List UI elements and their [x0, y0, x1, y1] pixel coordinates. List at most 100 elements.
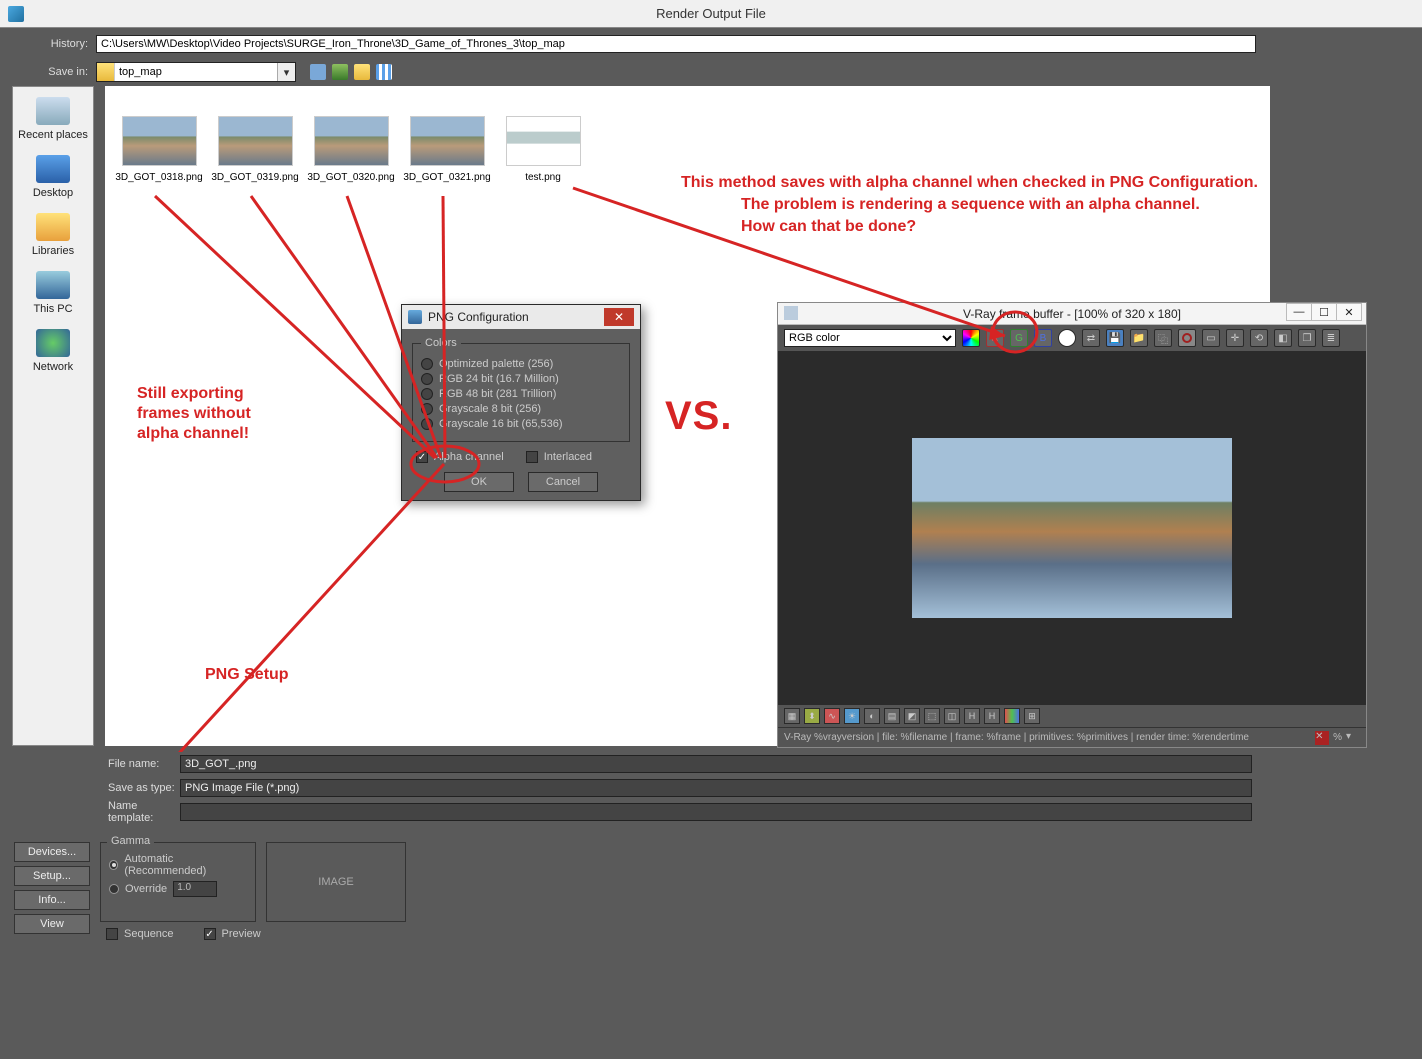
checkbox-sequence[interactable]: Sequence	[106, 928, 174, 940]
close-button[interactable]: ✕	[1336, 303, 1362, 321]
vfb-bottom-toolbar: ▦ ⬍ ∿ ☀ ◐ ▤ ◩ ⬚ ◫ H H ⊞	[778, 705, 1366, 727]
saveastype-combo[interactable]: PNG Image File (*.png)	[180, 779, 1252, 797]
history-button[interactable]: ≣	[1322, 329, 1340, 347]
opt-label: Optimized palette (256)	[439, 358, 553, 370]
green-channel-button[interactable]: G	[1010, 329, 1028, 347]
annotation-left: Still exporting frames without alpha cha…	[137, 384, 251, 444]
place-desktop[interactable]: Desktop	[33, 155, 73, 199]
link-button[interactable]: ⟲	[1250, 329, 1268, 347]
whitebalance-icon[interactable]: ◐	[864, 708, 880, 724]
dialog-icon	[408, 310, 422, 324]
copy-image-button[interactable]: ⿻	[1154, 329, 1172, 347]
save-image-button[interactable]: 💾	[1106, 329, 1124, 347]
close-button[interactable]: ✕	[604, 308, 634, 326]
color-wheel-icon[interactable]	[962, 329, 980, 347]
red-channel-button[interactable]: R	[986, 329, 1004, 347]
opt-label: Preview	[222, 928, 261, 940]
places-sidebar: Recent places Desktop Libraries This PC …	[12, 86, 94, 746]
bg-icon[interactable]: ◩	[904, 708, 920, 724]
checkbox-interlaced[interactable]: Interlaced	[526, 451, 592, 463]
file-thumb[interactable]: 3D_GOT_0321.png	[407, 116, 487, 183]
savein-combo[interactable]: ▾	[96, 62, 296, 82]
place-recent[interactable]: Recent places	[18, 97, 88, 141]
place-label: Libraries	[32, 245, 74, 257]
file-thumb[interactable]: 3D_GOT_0318.png	[119, 116, 199, 183]
devices-button[interactable]: Devices...	[14, 842, 90, 862]
checkbox-preview[interactable]: ✓Preview	[204, 928, 261, 940]
stamp-icon[interactable]: ⊞	[1024, 708, 1040, 724]
load-image-button[interactable]: 📁	[1130, 329, 1148, 347]
icc-icon[interactable]: H	[964, 708, 980, 724]
exposure-icon[interactable]: ☀	[844, 708, 860, 724]
ok-button[interactable]: OK	[444, 472, 514, 492]
radio-gamma-auto[interactable]: Automatic (Recommended)	[109, 853, 247, 877]
window-title: Render Output File	[656, 6, 766, 21]
radio-rgb48[interactable]: RGB 48 bit (281 Trillion)	[421, 388, 621, 400]
window-titlebar: Render Output File	[0, 0, 1422, 28]
curve-icon[interactable]: ∿	[824, 708, 840, 724]
file-name: 3D_GOT_0321.png	[403, 172, 490, 183]
gamma-value-spinner[interactable]: 1.0	[173, 881, 217, 897]
region-button[interactable]: ▭	[1202, 329, 1220, 347]
thumbnail-icon	[122, 116, 197, 166]
file-browser[interactable]: 3D_GOT_0318.png 3D_GOT_0319.png 3D_GOT_0…	[105, 86, 1270, 746]
channel-select[interactable]: RGB color	[784, 329, 956, 347]
huesat-icon[interactable]: ▤	[884, 708, 900, 724]
app-icon	[8, 6, 24, 22]
file-thumb[interactable]: 3D_GOT_0320.png	[311, 116, 391, 183]
file-thumb[interactable]: 3D_GOT_0319.png	[215, 116, 295, 183]
view-button[interactable]: View	[14, 914, 90, 934]
network-icon	[36, 329, 70, 357]
radio-opt-palette[interactable]: Optimized palette (256)	[421, 358, 621, 370]
place-label: Network	[33, 361, 73, 373]
maximize-button[interactable]: ☐	[1311, 303, 1337, 321]
radio-gray8[interactable]: Grayscale 8 bit (256)	[421, 403, 621, 415]
vfb-viewport[interactable]	[778, 351, 1366, 705]
zoom-menu-icon[interactable]: ▾	[1346, 731, 1360, 745]
new-folder-icon[interactable]	[354, 64, 370, 80]
stop-render-button[interactable]: ✕	[1315, 731, 1329, 745]
nametemplate-input[interactable]	[180, 803, 1252, 821]
levels-icon[interactable]: ⬍	[804, 708, 820, 724]
minimize-button[interactable]: ―	[1286, 303, 1312, 321]
vfb-title: V-Ray frame buffer - [100% of 320 x 180]	[963, 307, 1181, 321]
pixel-info-icon[interactable]	[1004, 708, 1020, 724]
mono-channel-button[interactable]	[1058, 329, 1076, 347]
saveastype-label: Save as type:	[0, 782, 180, 794]
filename-input[interactable]	[180, 755, 1252, 773]
place-network[interactable]: Network	[33, 329, 73, 373]
file-thumb[interactable]: test.png	[503, 116, 583, 183]
back-icon[interactable]	[310, 64, 326, 80]
chevron-down-icon[interactable]: ▾	[277, 63, 295, 81]
clear-button[interactable]	[1178, 329, 1196, 347]
radio-gray16[interactable]: Grayscale 16 bit (65,536)	[421, 418, 621, 430]
track-mouse-button[interactable]: ✛	[1226, 329, 1244, 347]
info-button[interactable]: Info...	[14, 890, 90, 910]
savein-folder-input[interactable]	[115, 63, 277, 81]
up-folder-icon[interactable]	[332, 64, 348, 80]
png-config-dialog: PNG Configuration ✕ Colors Optimized pal…	[401, 304, 641, 501]
ocio-icon[interactable]: ◫	[944, 708, 960, 724]
view-icon[interactable]	[376, 64, 392, 80]
history-label: History:	[0, 38, 96, 50]
place-thispc[interactable]: This PC	[33, 271, 72, 315]
cancel-button[interactable]: Cancel	[528, 472, 598, 492]
thumbnail-icon	[218, 116, 293, 166]
opt-label: RGB 24 bit (16.7 Million)	[439, 373, 559, 385]
swap-channel-button[interactable]: ⇄	[1082, 329, 1100, 347]
duplicate-button[interactable]: ❐	[1298, 329, 1316, 347]
vfb-icon	[784, 306, 798, 320]
setup-button[interactable]: Setup...	[14, 866, 90, 886]
place-libraries[interactable]: Libraries	[32, 213, 74, 257]
blue-channel-button[interactable]: B	[1034, 329, 1052, 347]
lut-icon[interactable]: ⬚	[924, 708, 940, 724]
checkbox-alpha-channel[interactable]: ✓Alpha channel	[416, 451, 504, 463]
srgb-icon[interactable]: H	[984, 708, 1000, 724]
compare-button[interactable]: ◧	[1274, 329, 1292, 347]
corrections-icon[interactable]: ▦	[784, 708, 800, 724]
history-path-input[interactable]	[96, 35, 1256, 53]
thumbnail-icon	[314, 116, 389, 166]
opt-label: Grayscale 16 bit (65,536)	[439, 418, 563, 430]
radio-rgb24[interactable]: RGB 24 bit (16.7 Million)	[421, 373, 621, 385]
radio-gamma-override[interactable]: Override 1.0	[109, 881, 247, 897]
